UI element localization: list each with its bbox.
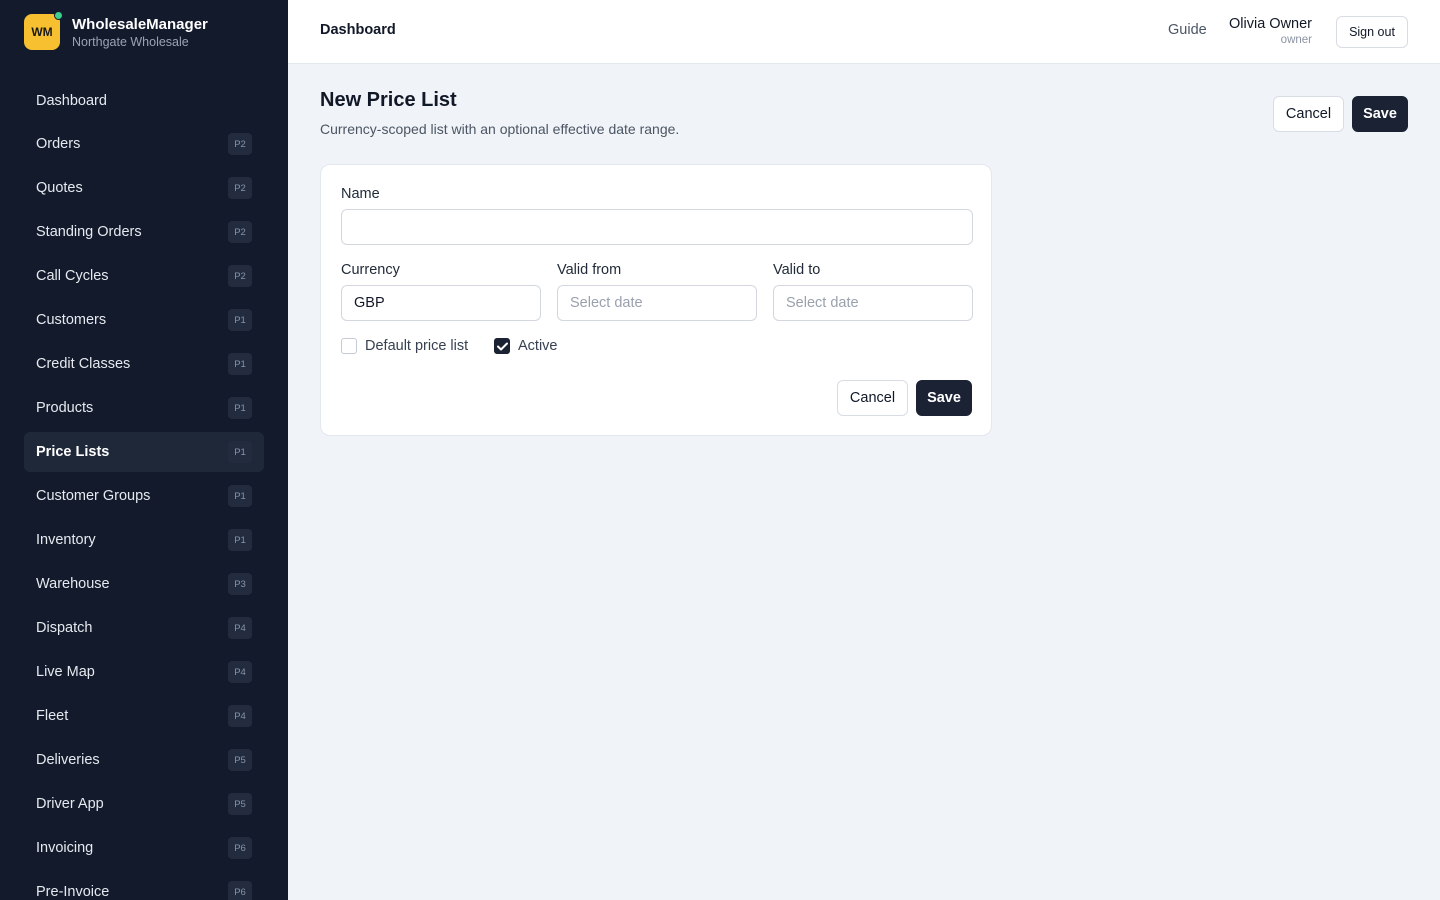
brand[interactable]: WM WholesaleManager Northgate Wholesale: [24, 11, 208, 50]
sidebar-nav: Dashboard Orders P2 Quotes P2 Standing Orders…: [24, 82, 264, 900]
sidebar-item-driver-app[interactable]: Driver App P5: [24, 784, 264, 824]
phase-badge: P3: [228, 573, 252, 595]
phase-badge: P2: [228, 133, 252, 155]
user-name: Olivia Owner: [1229, 16, 1312, 32]
form-cancel-button[interactable]: Cancel: [837, 380, 908, 416]
sidebar-item-label: Price Lists: [36, 444, 110, 460]
sidebar-item-call-cycles[interactable]: Call Cycles P2: [24, 256, 264, 296]
sidebar-item-label: Quotes: [36, 180, 83, 196]
valid-to-input[interactable]: Select date: [773, 285, 973, 321]
sidebar-item-invoicing[interactable]: Invoicing P6: [24, 828, 264, 868]
phase-badge: P1: [228, 441, 252, 463]
sidebar-item-label: Credit Classes: [36, 356, 131, 372]
sidebar-item-credit-classes[interactable]: Credit Classes P1: [24, 344, 264, 384]
active-checkbox[interactable]: Active: [494, 338, 558, 354]
sidebar-item-label: Dispatch: [36, 620, 93, 636]
phase-badge: P1: [228, 485, 252, 507]
sidebar-item-dispatch[interactable]: Dispatch P4: [24, 608, 264, 648]
phase-badge: P6: [228, 881, 252, 900]
sidebar-item-customers[interactable]: Customers P1: [24, 300, 264, 340]
header-save-button[interactable]: Save: [1352, 96, 1408, 132]
default-price-list-label: Default price list: [365, 338, 469, 354]
sidebar-item-label: Products: [36, 400, 94, 416]
valid-from-label: Valid from: [557, 262, 622, 278]
sidebar-item-fleet[interactable]: Fleet P4: [24, 696, 264, 736]
user-role: owner: [1280, 34, 1312, 46]
price-list-form: Name Currency GBP Valid from Select date…: [320, 164, 992, 436]
sidebar-item-label: Customer Groups: [36, 488, 151, 504]
app-name: WholesaleManager: [72, 15, 208, 33]
valid-to-label: Valid to: [773, 262, 821, 278]
sidebar-item-label: Pre-Invoice: [36, 884, 110, 900]
guide-link[interactable]: Guide: [1168, 22, 1207, 38]
currency-label: Currency: [341, 262, 400, 278]
phase-badge: P1: [228, 353, 252, 375]
header-cancel-button[interactable]: Cancel: [1273, 96, 1344, 132]
phase-badge: P4: [228, 705, 252, 727]
phase-badge: P4: [228, 661, 252, 683]
app-logo: WM: [24, 11, 63, 50]
sidebar-item-label: Invoicing: [36, 840, 94, 856]
phase-badge: P2: [228, 265, 252, 287]
sidebar-item-label: Warehouse: [36, 576, 110, 592]
sidebar-item-warehouse[interactable]: Warehouse P3: [24, 564, 264, 604]
sidebar-item-live-map[interactable]: Live Map P4: [24, 652, 264, 692]
default-price-list-checkbox[interactable]: Default price list: [341, 338, 468, 354]
topbar: Dashboard Guide Olivia Owner owner Sign …: [288, 0, 1440, 64]
sign-out-button[interactable]: Sign out: [1336, 16, 1408, 48]
phase-badge: P1: [228, 309, 252, 331]
sidebar-item-label: Call Cycles: [36, 268, 109, 284]
sidebar-item-label: Live Map: [36, 664, 95, 680]
sidebar-item-deliveries[interactable]: Deliveries P5: [24, 740, 264, 780]
phase-badge: P2: [228, 177, 252, 199]
sidebar-item-quotes[interactable]: Quotes P2: [24, 168, 264, 208]
logo-text: WM: [31, 25, 53, 39]
sidebar-item-label: Deliveries: [36, 752, 100, 768]
valid-from-input[interactable]: Select date: [557, 285, 757, 321]
currency-input[interactable]: GBP: [341, 285, 541, 321]
sidebar-item-label: Standing Orders: [36, 224, 142, 240]
checkbox-unchecked-icon[interactable]: [341, 338, 357, 354]
phase-badge: P2: [228, 221, 252, 243]
name-label: Name: [341, 186, 380, 202]
sidebar-item-label: Dashboard: [36, 93, 107, 109]
active-label: Active: [518, 338, 558, 354]
page-title: New Price List: [320, 89, 457, 111]
sidebar-item-inventory[interactable]: Inventory P1: [24, 520, 264, 560]
sidebar-item-label: Fleet: [36, 708, 69, 724]
topbar-title: Dashboard: [320, 22, 396, 38]
phase-badge: P5: [228, 793, 252, 815]
status-dot-icon: [54, 11, 63, 20]
phase-badge: P4: [228, 617, 252, 639]
sidebar-item-label: Customers: [36, 312, 107, 328]
sidebar-item-products[interactable]: Products P1: [24, 388, 264, 428]
phase-badge: P1: [228, 529, 252, 551]
phase-badge: P1: [228, 397, 252, 419]
sidebar-item-label: Orders: [36, 136, 81, 152]
sidebar-item-pre-invoice[interactable]: Pre-Invoice P6: [24, 872, 264, 900]
sidebar-item-label: Inventory: [36, 532, 96, 548]
phase-badge: P5: [228, 749, 252, 771]
phase-badge: P6: [228, 837, 252, 859]
name-input[interactable]: [341, 209, 973, 245]
sidebar-item-price-lists[interactable]: Price Lists P1: [24, 432, 264, 472]
sidebar-item-customer-groups[interactable]: Customer Groups P1: [24, 476, 264, 516]
page-subtitle: Currency-scoped list with an optional ef…: [320, 121, 680, 137]
user-info: Olivia Owner owner: [1229, 15, 1312, 48]
sidebar-item-standing-orders[interactable]: Standing Orders P2: [24, 212, 264, 252]
form-save-button[interactable]: Save: [916, 380, 972, 416]
sidebar-item-label: Driver App: [36, 796, 104, 812]
checkbox-checked-icon[interactable]: [494, 338, 510, 354]
sidebar-item-dashboard[interactable]: Dashboard: [24, 82, 264, 120]
company-name: Northgate Wholesale: [72, 34, 189, 49]
sidebar-item-orders[interactable]: Orders P2: [24, 124, 264, 164]
sidebar: WM WholesaleManager Northgate Wholesale …: [0, 0, 288, 900]
